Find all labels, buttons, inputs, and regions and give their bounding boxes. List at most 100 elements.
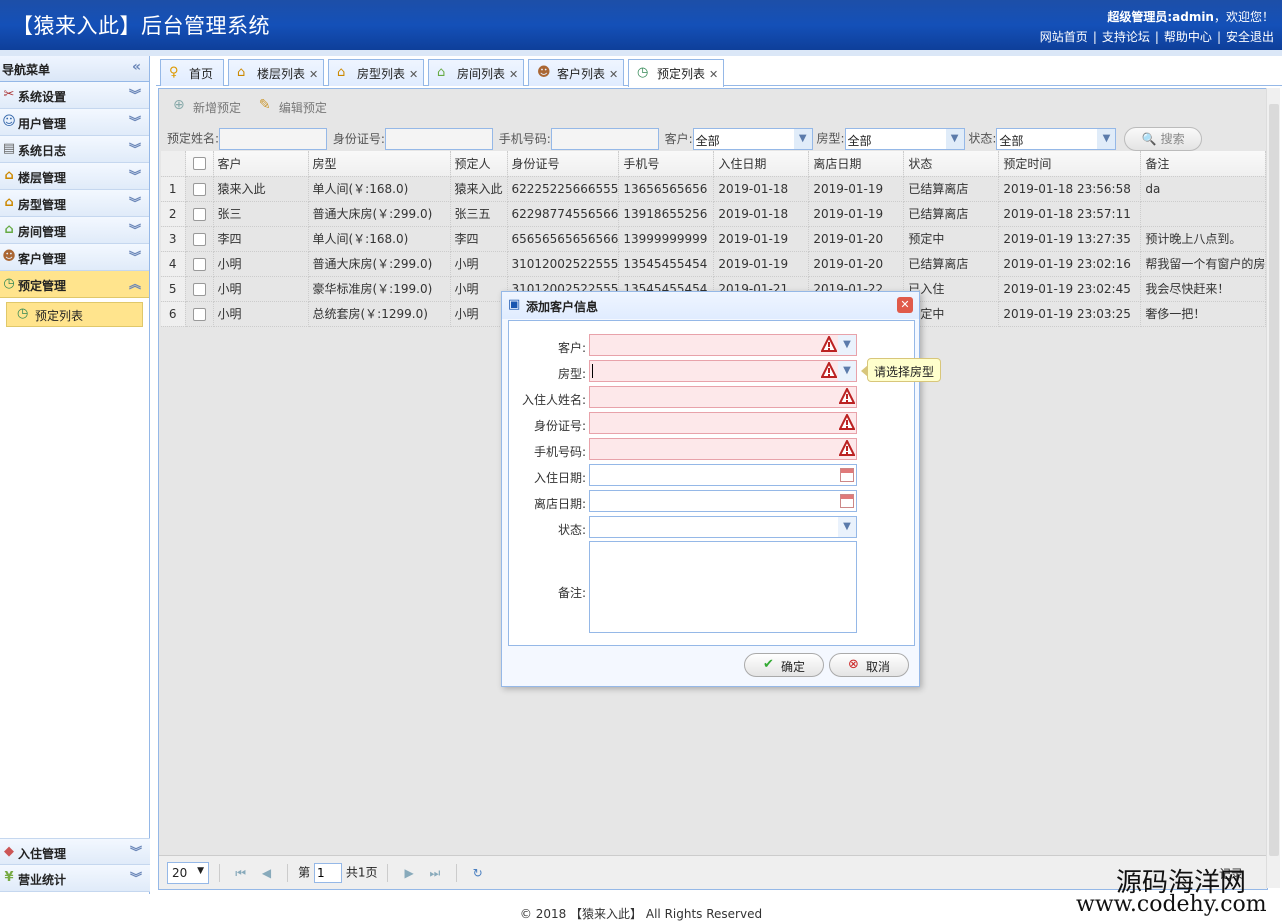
col-reserve-time[interactable]: 预定时间: [998, 151, 1142, 177]
select-all-checkbox[interactable]: [185, 151, 214, 177]
status-select[interactable]: 全部 ▼: [996, 128, 1117, 150]
chevron-down-icon[interactable]: ︾: [129, 167, 141, 184]
col-customer[interactable]: 客户: [213, 151, 309, 177]
collapse-left-icon[interactable]: «: [132, 59, 141, 75]
sidebar-item-customer[interactable]: ☻ 客户管理 ︾: [0, 244, 149, 271]
leave-date-input[interactable]: [589, 490, 857, 512]
chevron-down-icon[interactable]: ▼: [838, 517, 856, 537]
chevron-down-icon[interactable]: ︾: [130, 843, 142, 860]
sidebar-subitem-label: 预定列表: [35, 309, 84, 323]
sidebar-item-checkin[interactable]: ◆ 入住管理 ︾: [0, 838, 150, 865]
chevron-down-icon[interactable]: ▼: [1097, 129, 1116, 149]
ok-button[interactable]: ✔ 确定: [744, 653, 824, 677]
last-page-icon[interactable]: ⏭: [424, 866, 446, 881]
page-number-input[interactable]: [313, 863, 342, 883]
close-icon[interactable]: ✕: [897, 297, 913, 313]
chevron-down-icon[interactable]: ▼: [838, 361, 856, 381]
calendar-icon[interactable]: [840, 494, 854, 508]
chevron-down-icon[interactable]: ︾: [129, 194, 141, 211]
cancel-button[interactable]: ⊗ 取消: [829, 653, 909, 677]
refresh-icon[interactable]: ↻: [467, 866, 489, 880]
customer-combo[interactable]: ▼: [589, 334, 857, 356]
chevron-down-icon[interactable]: ︾: [129, 140, 141, 157]
sidebar-item-system[interactable]: ✂ 系统设置 ︾: [0, 82, 149, 109]
next-page-icon[interactable]: ▶: [398, 866, 420, 880]
close-icon[interactable]: ✕: [709, 68, 718, 81]
page-size-select[interactable]: 20 ▼: [167, 862, 209, 884]
sidebar-item-room[interactable]: ⌂ 房间管理 ︾: [0, 217, 149, 244]
sidebar-subitem-reservation-list[interactable]: ◷ 预定列表: [6, 302, 143, 327]
chevron-down-icon[interactable]: ︾: [129, 248, 141, 265]
prev-page-icon[interactable]: ◀: [255, 866, 277, 880]
cell-booker: 小明: [450, 251, 508, 277]
col-arrive-date[interactable]: 入住日期: [713, 151, 810, 177]
chevron-up-icon[interactable]: ︽: [129, 275, 141, 292]
link-forum[interactable]: 支持论坛: [1102, 30, 1150, 44]
link-logout[interactable]: 安全退出: [1226, 30, 1274, 44]
id-search-input[interactable]: [384, 128, 493, 150]
bulb-icon: ♀: [169, 65, 179, 80]
cell-phone: 13918655256: [618, 201, 715, 227]
sidebar-item-floor[interactable]: ⌂ 楼层管理 ︾: [0, 163, 149, 190]
tab-roomtype-list[interactable]: ⌂ 房型列表 ✕: [328, 59, 424, 86]
phone-search-input[interactable]: [550, 128, 659, 150]
tab-home[interactable]: ♀ 首页: [160, 59, 224, 86]
search-button[interactable]: 🔍 搜索: [1124, 127, 1203, 151]
tab-floor-list[interactable]: ⌂ 楼层列表 ✕: [228, 59, 324, 86]
row-checkbox[interactable]: [185, 176, 214, 202]
customer-select[interactable]: 全部 ▼: [692, 128, 813, 150]
chevron-down-icon[interactable]: ︾: [129, 221, 141, 238]
vertical-scrollbar[interactable]: [1266, 88, 1280, 888]
col-remark[interactable]: 备注: [1140, 151, 1267, 177]
close-icon[interactable]: ✕: [509, 68, 518, 81]
col-idcard[interactable]: 身份证号: [507, 151, 620, 177]
col-leave-date[interactable]: 离店日期: [808, 151, 905, 177]
tab-reservation-list[interactable]: ◷ 预定列表 ✕: [628, 59, 724, 87]
col-roomtype[interactable]: 房型: [308, 151, 451, 177]
add-reservation-button[interactable]: ⊕ 新增预定: [173, 97, 241, 116]
roomtype-combo[interactable]: ▼: [589, 360, 857, 382]
table-row[interactable]: 2 张三 普通大床房(￥:299.0) 张三五 62298774556566 139186…: [161, 201, 1267, 227]
tab-room-list[interactable]: ⌂ 房间列表 ✕: [428, 59, 524, 86]
arrive-date-input[interactable]: [589, 464, 857, 486]
tab-customer-list[interactable]: ☻ 客户列表 ✕: [528, 59, 624, 86]
sidebar-item-label: 系统日志: [18, 144, 67, 158]
sidebar-item-user[interactable]: ☺ 用户管理 ︾: [0, 109, 149, 136]
sidebar-item-log[interactable]: ▤ 系统日志 ︾: [0, 136, 149, 163]
idcard-input[interactable]: [589, 412, 857, 434]
row-checkbox[interactable]: [185, 201, 214, 227]
chevron-down-icon[interactable]: ▼: [793, 129, 812, 149]
remark-textarea[interactable]: [589, 541, 857, 633]
sidebar-item-reservation[interactable]: ◷ 预定管理 ︽: [0, 271, 149, 298]
row-checkbox[interactable]: [185, 226, 214, 252]
row-checkbox[interactable]: [185, 301, 214, 327]
first-page-icon[interactable]: ⏮: [230, 866, 252, 881]
roomtype-select[interactable]: 全部 ▼: [844, 128, 965, 150]
sidebar-item-revenue[interactable]: ¥ 营业统计 ︾: [0, 865, 150, 892]
chevron-down-icon[interactable]: ▼: [838, 335, 856, 355]
close-icon[interactable]: ✕: [609, 68, 618, 81]
name-search-input[interactable]: [219, 128, 328, 150]
guest-name-input[interactable]: [589, 386, 857, 408]
chevron-down-icon[interactable]: ︾: [129, 113, 141, 130]
row-checkbox[interactable]: [185, 251, 214, 277]
table-row[interactable]: 3 李四 单人间(￥:168.0) 李四 65656565656566 139999999…: [161, 226, 1267, 252]
chevron-down-icon[interactable]: ▼: [945, 129, 964, 149]
table-row[interactable]: 4 小明 普通大床房(￥:299.0) 小明 31012002522555 1354545…: [161, 251, 1267, 277]
status-combo[interactable]: ▼: [589, 516, 857, 538]
row-checkbox[interactable]: [185, 276, 214, 302]
chevron-down-icon[interactable]: ︾: [130, 869, 142, 886]
col-status[interactable]: 状态: [903, 151, 1000, 177]
link-site-home[interactable]: 网站首页: [1040, 30, 1088, 44]
close-icon[interactable]: ✕: [309, 68, 318, 81]
edit-reservation-button[interactable]: ✎ 编辑预定: [259, 97, 327, 116]
phone-input[interactable]: [589, 438, 857, 460]
col-booker[interactable]: 预定人: [450, 151, 508, 177]
close-icon[interactable]: ✕: [409, 68, 418, 81]
sidebar-item-roomtype[interactable]: ⌂ 房型管理 ︾: [0, 190, 149, 217]
link-help[interactable]: 帮助中心: [1164, 30, 1212, 44]
table-row[interactable]: 1 猿来入此 单人间(￥:168.0) 猿来入此 62225225666555 13656…: [161, 176, 1267, 202]
chevron-down-icon[interactable]: ︾: [129, 86, 141, 103]
col-phone[interactable]: 手机号: [618, 151, 715, 177]
calendar-icon[interactable]: [840, 468, 854, 482]
